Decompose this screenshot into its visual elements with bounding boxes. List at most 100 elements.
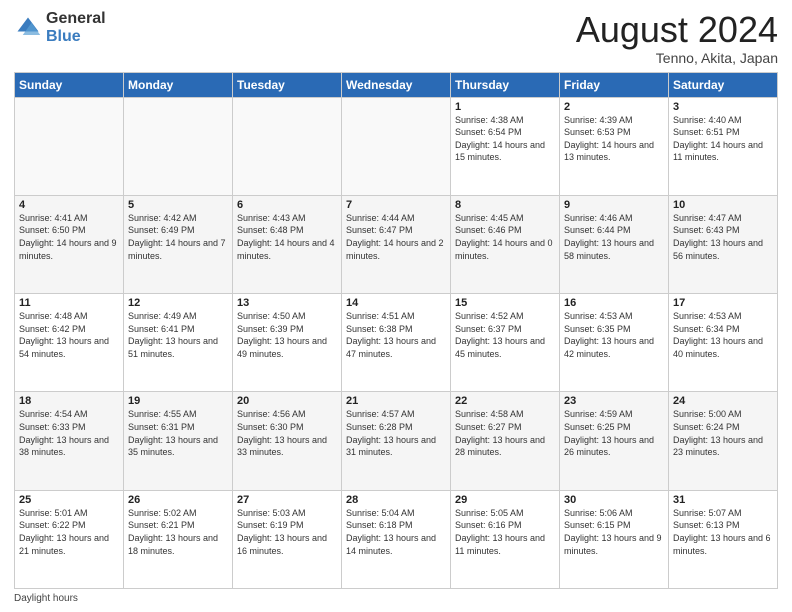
day-info: Sunrise: 4:55 AM Sunset: 6:31 PM Dayligh…	[128, 408, 228, 458]
calendar-cell-2-6: 17Sunrise: 4:53 AM Sunset: 6:34 PM Dayli…	[669, 294, 778, 392]
day-number: 30	[564, 494, 664, 506]
calendar-cell-2-1: 12Sunrise: 4:49 AM Sunset: 6:41 PM Dayli…	[124, 294, 233, 392]
day-info: Sunrise: 5:04 AM Sunset: 6:18 PM Dayligh…	[346, 507, 446, 557]
day-info: Sunrise: 4:42 AM Sunset: 6:49 PM Dayligh…	[128, 212, 228, 262]
day-number: 24	[673, 395, 773, 407]
day-info: Sunrise: 4:49 AM Sunset: 6:41 PM Dayligh…	[128, 310, 228, 360]
day-info: Sunrise: 5:02 AM Sunset: 6:21 PM Dayligh…	[128, 507, 228, 557]
day-number: 1	[455, 101, 555, 113]
day-number: 26	[128, 494, 228, 506]
calendar-cell-4-3: 28Sunrise: 5:04 AM Sunset: 6:18 PM Dayli…	[342, 490, 451, 588]
day-info: Sunrise: 5:06 AM Sunset: 6:15 PM Dayligh…	[564, 507, 664, 557]
day-number: 11	[19, 297, 119, 309]
col-header-saturday: Saturday	[669, 72, 778, 97]
day-number: 9	[564, 199, 664, 211]
day-info: Sunrise: 4:38 AM Sunset: 6:54 PM Dayligh…	[455, 114, 555, 164]
day-info: Sunrise: 5:00 AM Sunset: 6:24 PM Dayligh…	[673, 408, 773, 458]
calendar-cell-3-6: 24Sunrise: 5:00 AM Sunset: 6:24 PM Dayli…	[669, 392, 778, 490]
calendar-cell-1-1: 5Sunrise: 4:42 AM Sunset: 6:49 PM Daylig…	[124, 195, 233, 293]
calendar-cell-4-5: 30Sunrise: 5:06 AM Sunset: 6:15 PM Dayli…	[560, 490, 669, 588]
logo-icon	[14, 14, 42, 42]
calendar-cell-3-2: 20Sunrise: 4:56 AM Sunset: 6:30 PM Dayli…	[233, 392, 342, 490]
day-info: Sunrise: 4:56 AM Sunset: 6:30 PM Dayligh…	[237, 408, 337, 458]
day-number: 22	[455, 395, 555, 407]
day-info: Sunrise: 4:51 AM Sunset: 6:38 PM Dayligh…	[346, 310, 446, 360]
footer-note: Daylight hours	[14, 593, 778, 604]
day-info: Sunrise: 5:03 AM Sunset: 6:19 PM Dayligh…	[237, 507, 337, 557]
calendar-cell-1-3: 7Sunrise: 4:44 AM Sunset: 6:47 PM Daylig…	[342, 195, 451, 293]
day-number: 18	[19, 395, 119, 407]
calendar-cell-0-3	[342, 97, 451, 195]
daylight-label: Daylight hours	[14, 593, 78, 604]
day-info: Sunrise: 4:52 AM Sunset: 6:37 PM Dayligh…	[455, 310, 555, 360]
day-number: 13	[237, 297, 337, 309]
calendar-cell-4-4: 29Sunrise: 5:05 AM Sunset: 6:16 PM Dayli…	[451, 490, 560, 588]
calendar-week-1: 4Sunrise: 4:41 AM Sunset: 6:50 PM Daylig…	[15, 195, 778, 293]
header: General Blue August 2024 Tenno, Akita, J…	[14, 10, 778, 66]
day-number: 28	[346, 494, 446, 506]
day-number: 3	[673, 101, 773, 113]
day-number: 12	[128, 297, 228, 309]
day-number: 23	[564, 395, 664, 407]
calendar-week-3: 18Sunrise: 4:54 AM Sunset: 6:33 PM Dayli…	[15, 392, 778, 490]
day-info: Sunrise: 4:41 AM Sunset: 6:50 PM Dayligh…	[19, 212, 119, 262]
day-info: Sunrise: 5:05 AM Sunset: 6:16 PM Dayligh…	[455, 507, 555, 557]
calendar-cell-3-0: 18Sunrise: 4:54 AM Sunset: 6:33 PM Dayli…	[15, 392, 124, 490]
calendar-week-0: 1Sunrise: 4:38 AM Sunset: 6:54 PM Daylig…	[15, 97, 778, 195]
logo: General Blue	[14, 10, 106, 45]
day-number: 14	[346, 297, 446, 309]
calendar-cell-1-2: 6Sunrise: 4:43 AM Sunset: 6:48 PM Daylig…	[233, 195, 342, 293]
day-number: 29	[455, 494, 555, 506]
day-info: Sunrise: 4:50 AM Sunset: 6:39 PM Dayligh…	[237, 310, 337, 360]
day-info: Sunrise: 4:47 AM Sunset: 6:43 PM Dayligh…	[673, 212, 773, 262]
logo-text: General Blue	[46, 10, 106, 45]
calendar-cell-4-2: 27Sunrise: 5:03 AM Sunset: 6:19 PM Dayli…	[233, 490, 342, 588]
calendar-cell-3-1: 19Sunrise: 4:55 AM Sunset: 6:31 PM Dayli…	[124, 392, 233, 490]
day-number: 2	[564, 101, 664, 113]
day-number: 19	[128, 395, 228, 407]
day-info: Sunrise: 4:44 AM Sunset: 6:47 PM Dayligh…	[346, 212, 446, 262]
calendar-cell-1-4: 8Sunrise: 4:45 AM Sunset: 6:46 PM Daylig…	[451, 195, 560, 293]
calendar-cell-2-4: 15Sunrise: 4:52 AM Sunset: 6:37 PM Dayli…	[451, 294, 560, 392]
calendar-week-4: 25Sunrise: 5:01 AM Sunset: 6:22 PM Dayli…	[15, 490, 778, 588]
calendar-cell-0-6: 3Sunrise: 4:40 AM Sunset: 6:51 PM Daylig…	[669, 97, 778, 195]
day-number: 21	[346, 395, 446, 407]
col-header-monday: Monday	[124, 72, 233, 97]
calendar-cell-2-5: 16Sunrise: 4:53 AM Sunset: 6:35 PM Dayli…	[560, 294, 669, 392]
day-info: Sunrise: 4:58 AM Sunset: 6:27 PM Dayligh…	[455, 408, 555, 458]
calendar-week-2: 11Sunrise: 4:48 AM Sunset: 6:42 PM Dayli…	[15, 294, 778, 392]
calendar-cell-0-1	[124, 97, 233, 195]
calendar-cell-1-5: 9Sunrise: 4:46 AM Sunset: 6:44 PM Daylig…	[560, 195, 669, 293]
logo-general-label: General	[46, 10, 106, 28]
calendar-cell-4-6: 31Sunrise: 5:07 AM Sunset: 6:13 PM Dayli…	[669, 490, 778, 588]
day-info: Sunrise: 4:57 AM Sunset: 6:28 PM Dayligh…	[346, 408, 446, 458]
calendar-cell-2-2: 13Sunrise: 4:50 AM Sunset: 6:39 PM Dayli…	[233, 294, 342, 392]
day-info: Sunrise: 4:40 AM Sunset: 6:51 PM Dayligh…	[673, 114, 773, 164]
day-info: Sunrise: 4:54 AM Sunset: 6:33 PM Dayligh…	[19, 408, 119, 458]
calendar-cell-4-1: 26Sunrise: 5:02 AM Sunset: 6:21 PM Dayli…	[124, 490, 233, 588]
calendar-cell-0-4: 1Sunrise: 4:38 AM Sunset: 6:54 PM Daylig…	[451, 97, 560, 195]
calendar-cell-4-0: 25Sunrise: 5:01 AM Sunset: 6:22 PM Dayli…	[15, 490, 124, 588]
day-number: 31	[673, 494, 773, 506]
calendar-cell-0-5: 2Sunrise: 4:39 AM Sunset: 6:53 PM Daylig…	[560, 97, 669, 195]
day-number: 15	[455, 297, 555, 309]
day-info: Sunrise: 4:45 AM Sunset: 6:46 PM Dayligh…	[455, 212, 555, 262]
col-header-tuesday: Tuesday	[233, 72, 342, 97]
day-number: 6	[237, 199, 337, 211]
calendar-cell-2-3: 14Sunrise: 4:51 AM Sunset: 6:38 PM Dayli…	[342, 294, 451, 392]
calendar-cell-1-6: 10Sunrise: 4:47 AM Sunset: 6:43 PM Dayli…	[669, 195, 778, 293]
day-number: 17	[673, 297, 773, 309]
day-info: Sunrise: 4:46 AM Sunset: 6:44 PM Dayligh…	[564, 212, 664, 262]
col-header-thursday: Thursday	[451, 72, 560, 97]
calendar-cell-1-0: 4Sunrise: 4:41 AM Sunset: 6:50 PM Daylig…	[15, 195, 124, 293]
day-number: 7	[346, 199, 446, 211]
calendar-body: 1Sunrise: 4:38 AM Sunset: 6:54 PM Daylig…	[15, 97, 778, 588]
day-number: 27	[237, 494, 337, 506]
main-title: August 2024	[576, 10, 778, 50]
day-number: 16	[564, 297, 664, 309]
calendar-cell-3-4: 22Sunrise: 4:58 AM Sunset: 6:27 PM Dayli…	[451, 392, 560, 490]
day-number: 8	[455, 199, 555, 211]
col-header-sunday: Sunday	[15, 72, 124, 97]
day-info: Sunrise: 4:53 AM Sunset: 6:34 PM Dayligh…	[673, 310, 773, 360]
logo-blue-label: Blue	[46, 28, 106, 46]
